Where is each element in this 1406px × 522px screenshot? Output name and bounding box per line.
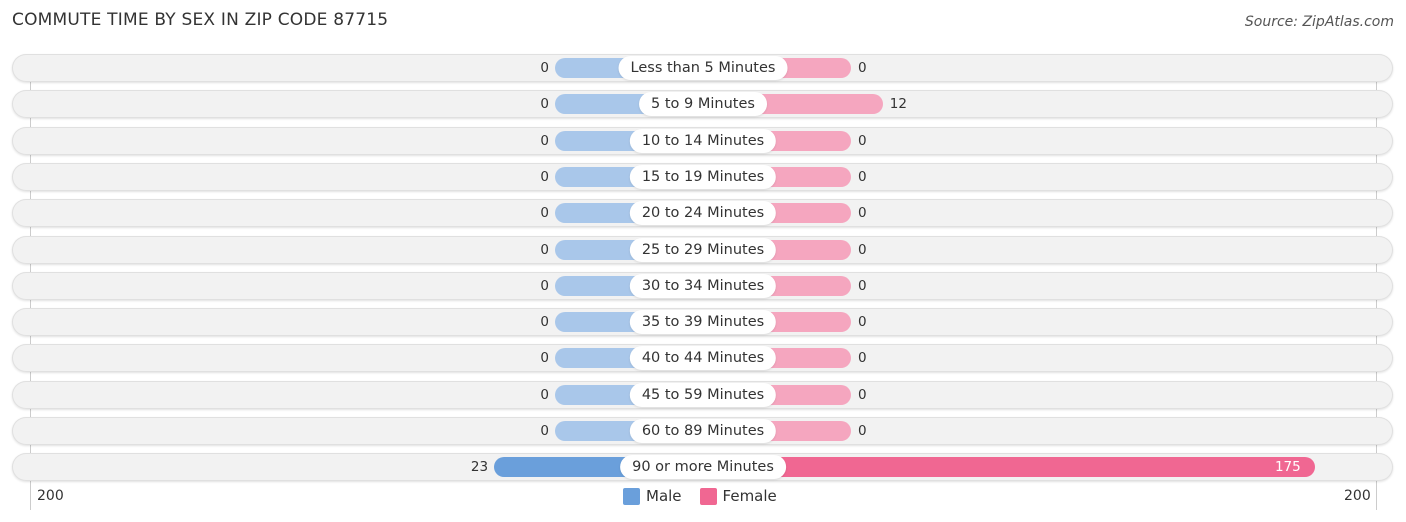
female-value: 0 bbox=[858, 168, 867, 185]
female-value: 175 bbox=[1274, 459, 1301, 476]
male-value: 0 bbox=[540, 132, 549, 149]
female-value: 0 bbox=[858, 277, 867, 294]
category-label: 35 to 39 Minutes bbox=[629, 310, 777, 335]
category-label: 90 or more Minutes bbox=[620, 455, 786, 480]
female-value: 0 bbox=[858, 386, 867, 403]
axis-tick-right: 200 bbox=[1344, 488, 1371, 504]
female-value: 0 bbox=[858, 423, 867, 439]
male-value: 0 bbox=[540, 386, 549, 403]
source-label: Source: ZipAtlas.com bbox=[1244, 14, 1394, 30]
category-label: 60 to 89 Minutes bbox=[629, 419, 777, 443]
category-label: 20 to 24 Minutes bbox=[629, 201, 777, 226]
male-value: 0 bbox=[540, 423, 549, 439]
female-value: 0 bbox=[858, 314, 867, 331]
legend-swatch-male bbox=[623, 487, 640, 505]
female-value: 12 bbox=[889, 96, 907, 113]
category-label: 5 to 9 Minutes bbox=[639, 92, 767, 117]
legend-swatch-female bbox=[699, 487, 717, 505]
male-value: 0 bbox=[540, 60, 549, 76]
category-label: 30 to 34 Minutes bbox=[629, 273, 777, 298]
category-label: 25 to 29 Minutes bbox=[629, 237, 777, 262]
female-bar bbox=[703, 457, 1315, 478]
male-value: 23 bbox=[470, 459, 489, 476]
chart-title: COMMUTE TIME BY SEX IN ZIP CODE 87715 bbox=[12, 10, 389, 30]
female-value: 0 bbox=[858, 241, 867, 258]
male-value: 0 bbox=[540, 350, 549, 367]
female-value: 0 bbox=[858, 205, 867, 222]
category-label: 40 to 44 Minutes bbox=[629, 346, 777, 371]
category-label: 45 to 59 Minutes bbox=[629, 382, 777, 407]
category-label: Less than 5 Minutes bbox=[618, 56, 788, 80]
legend-item-female: Female bbox=[699, 487, 777, 505]
legend-label-male: Male bbox=[646, 487, 682, 505]
male-value: 0 bbox=[540, 241, 549, 258]
male-value: 0 bbox=[540, 277, 549, 294]
female-value: 0 bbox=[858, 60, 867, 76]
male-value: 0 bbox=[540, 168, 549, 185]
female-value: 0 bbox=[858, 132, 867, 149]
legend-item-male: Male bbox=[623, 487, 682, 505]
category-label: 10 to 14 Minutes bbox=[629, 128, 777, 153]
male-value: 0 bbox=[540, 96, 549, 113]
legend-label-female: Female bbox=[722, 487, 777, 505]
male-value: 0 bbox=[540, 314, 549, 331]
axis-tick-left: 200 bbox=[37, 488, 64, 504]
category-label: 15 to 19 Minutes bbox=[629, 164, 777, 189]
female-value: 0 bbox=[858, 350, 867, 367]
male-value: 0 bbox=[540, 205, 549, 222]
legend: Male Female bbox=[623, 487, 777, 505]
